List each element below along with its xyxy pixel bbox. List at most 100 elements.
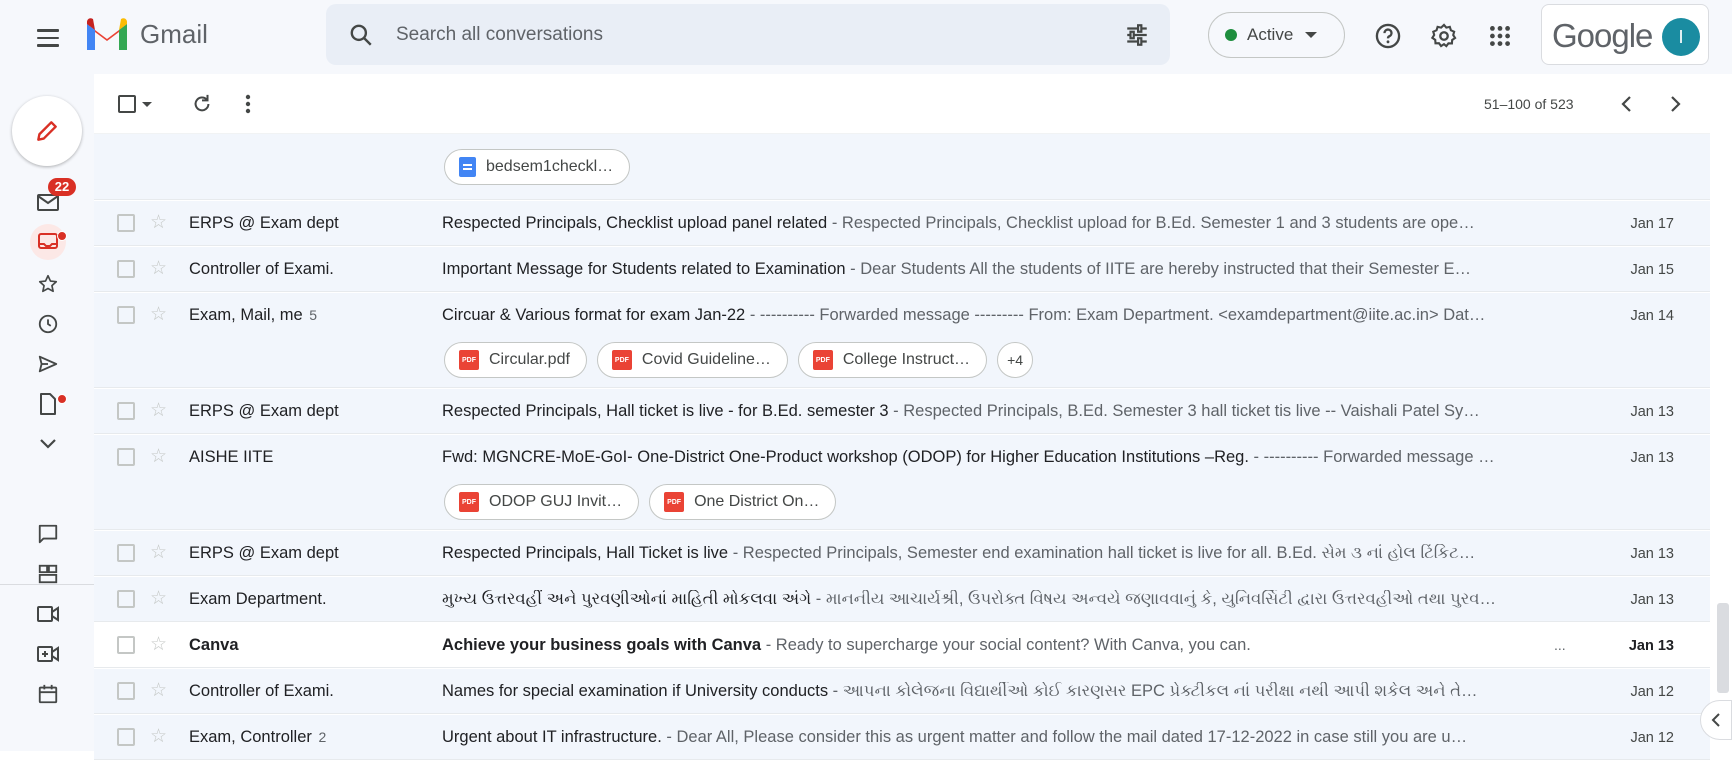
google-logo: Google	[1552, 17, 1653, 54]
date: Jan 14	[1630, 308, 1674, 324]
star-icon[interactable]: ☆	[150, 401, 167, 421]
side-panel-toggle[interactable]	[1700, 700, 1732, 740]
table-row-partial[interactable]: bedsem1checkl…	[94, 134, 1710, 200]
table-row[interactable]: ☆ AISHE IITE Fwd: MGNCRE-MoE-GoI- One-Di…	[94, 435, 1710, 530]
chevron-down-icon	[142, 101, 152, 107]
snippet: - Dear All, Please consider this as urge…	[661, 728, 1468, 746]
row-checkbox[interactable]	[117, 260, 135, 278]
table-row[interactable]: ☆ Exam Department. મુખ્ય ઉત્તરવહીં અને પ…	[94, 577, 1710, 622]
attachment-chip[interactable]: PDF Covid Guideline…	[596, 342, 788, 378]
more-chevron-down-icon[interactable]	[30, 426, 66, 462]
message-preview: Respected Principals, Hall Ticket is liv…	[442, 544, 1520, 563]
search-bar[interactable]	[326, 4, 1170, 65]
date: Jan 13	[1630, 404, 1674, 420]
star-icon[interactable]: ☆	[150, 259, 167, 279]
attachment-chip[interactable]: PDF One District On…	[649, 484, 837, 520]
star-icon[interactable]: ☆	[150, 305, 167, 325]
sender-name: Exam, Controller	[189, 728, 312, 746]
row-checkbox[interactable]	[117, 306, 135, 324]
sender: Exam, Mail, me 5	[189, 306, 317, 325]
star-icon[interactable]: ☆	[150, 543, 167, 563]
attachment-chip[interactable]: PDF ODOP GUJ Invit…	[444, 484, 640, 520]
star-icon[interactable]: ☆	[150, 635, 167, 655]
table-row[interactable]: ☆ ERPS @ Exam dept Respected Principals,…	[94, 389, 1710, 434]
status-label: Active	[1247, 25, 1294, 44]
more-options-icon[interactable]	[236, 88, 260, 120]
calendar-icon[interactable]	[30, 676, 66, 712]
sender: AISHE IITE	[189, 448, 275, 467]
starred-star-icon[interactable]	[30, 266, 66, 302]
search-options-icon[interactable]	[1124, 22, 1150, 48]
search-input[interactable]	[396, 18, 1056, 52]
sender-name: Exam, Mail, me	[189, 306, 303, 324]
checkbox-icon	[118, 95, 136, 113]
more-attachments-chip[interactable]: +4	[997, 342, 1034, 378]
pdf-icon: PDF	[459, 492, 479, 512]
row-checkbox[interactable]	[117, 544, 135, 562]
next-page-chevron-right-icon[interactable]	[1660, 88, 1692, 120]
row-checkbox[interactable]	[117, 402, 135, 420]
attachment-chip[interactable]: PDF College Instruct…	[797, 342, 988, 378]
row-checkbox[interactable]	[117, 448, 135, 466]
row-checkbox[interactable]	[117, 636, 135, 654]
sender: ERPS @ Exam dept	[189, 402, 341, 421]
table-row[interactable]: ☆ Canva Achieve your business goals with…	[94, 623, 1710, 668]
google-account-box[interactable]: Google I	[1541, 4, 1709, 65]
star-icon[interactable]: ☆	[150, 681, 167, 701]
select-all-checkbox[interactable]	[114, 88, 156, 120]
date: Jan 13	[1630, 450, 1674, 466]
attachment-chip[interactable]: PDF Circular.pdf	[444, 342, 587, 378]
meet-video-icon[interactable]	[30, 596, 66, 632]
compose-button[interactable]	[12, 96, 82, 166]
subject: Fwd: MGNCRE-MoE-GoI- One-District One-Pr…	[442, 448, 1249, 466]
row-checkbox[interactable]	[117, 728, 135, 746]
row-checkbox[interactable]	[117, 590, 135, 608]
table-row[interactable]: ☆ ERPS @ Exam dept Respected Principals,…	[94, 531, 1710, 576]
snippet: - ---------- Forwarded message …	[1248, 448, 1495, 466]
date: Jan 13	[1630, 546, 1674, 562]
table-row[interactable]: ☆ Controller of Exami. Names for special…	[94, 669, 1710, 714]
attachment-name: College Instruct…	[842, 351, 971, 368]
help-icon[interactable]	[1370, 18, 1406, 54]
sender: Controller of Exami.	[189, 260, 336, 279]
prev-page-chevron-left-icon[interactable]	[1610, 88, 1642, 120]
scrollbar-thumb[interactable]	[1717, 603, 1729, 693]
refresh-icon[interactable]	[186, 88, 218, 120]
snoozed-clock-icon[interactable]	[30, 306, 66, 342]
inbox-unread-badge: 22	[48, 178, 76, 196]
chevron-down-icon	[1305, 32, 1318, 38]
top-bar: Gmail Active Google I	[0, 0, 1732, 74]
new-meeting-icon[interactable]	[30, 636, 66, 672]
star-icon[interactable]: ☆	[150, 213, 167, 233]
gmail-m-icon	[87, 18, 127, 50]
table-row[interactable]: ☆ ERPS @ Exam dept Respected Principals,…	[94, 201, 1710, 246]
message-preview: Fwd: MGNCRE-MoE-GoI- One-District One-Pr…	[442, 448, 1520, 467]
gmail-logo[interactable]: Gmail	[84, 16, 208, 52]
main-menu-button[interactable]	[28, 22, 68, 54]
table-row[interactable]: ☆ Exam, Controller 2 Urgent about IT inf…	[94, 715, 1710, 760]
chevron-left-icon	[1711, 713, 1720, 727]
attachment-chip[interactable]: bedsem1checkl…	[444, 149, 631, 185]
spaces-icon[interactable]	[30, 556, 66, 592]
apps-grid-icon[interactable]	[1482, 18, 1518, 54]
table-row[interactable]: ☆ Controller of Exami. Important Message…	[94, 247, 1710, 292]
status-dropdown[interactable]: Active	[1208, 12, 1345, 58]
row-checkbox[interactable]	[117, 682, 135, 700]
table-row[interactable]: ☆ Exam, Mail, me 5 Circuar & Various for…	[94, 293, 1710, 388]
date: Jan 13	[1630, 592, 1674, 608]
sent-send-icon[interactable]	[30, 346, 66, 382]
star-icon[interactable]: ☆	[150, 447, 167, 467]
star-icon[interactable]: ☆	[150, 589, 167, 609]
row-checkbox[interactable]	[117, 214, 135, 232]
drafts-file-icon[interactable]	[30, 386, 66, 422]
thread-count: 2	[318, 729, 327, 745]
search-icon[interactable]	[348, 22, 374, 48]
sender: ERPS @ Exam dept	[189, 214, 341, 233]
app-name: Gmail	[140, 18, 208, 49]
star-icon[interactable]: ☆	[150, 727, 167, 747]
sender: Canva	[189, 636, 241, 655]
avatar[interactable]: I	[1662, 18, 1700, 56]
meet-tab-icon[interactable]	[30, 224, 66, 260]
chat-icon[interactable]	[30, 516, 66, 552]
settings-gear-icon[interactable]	[1426, 18, 1462, 54]
